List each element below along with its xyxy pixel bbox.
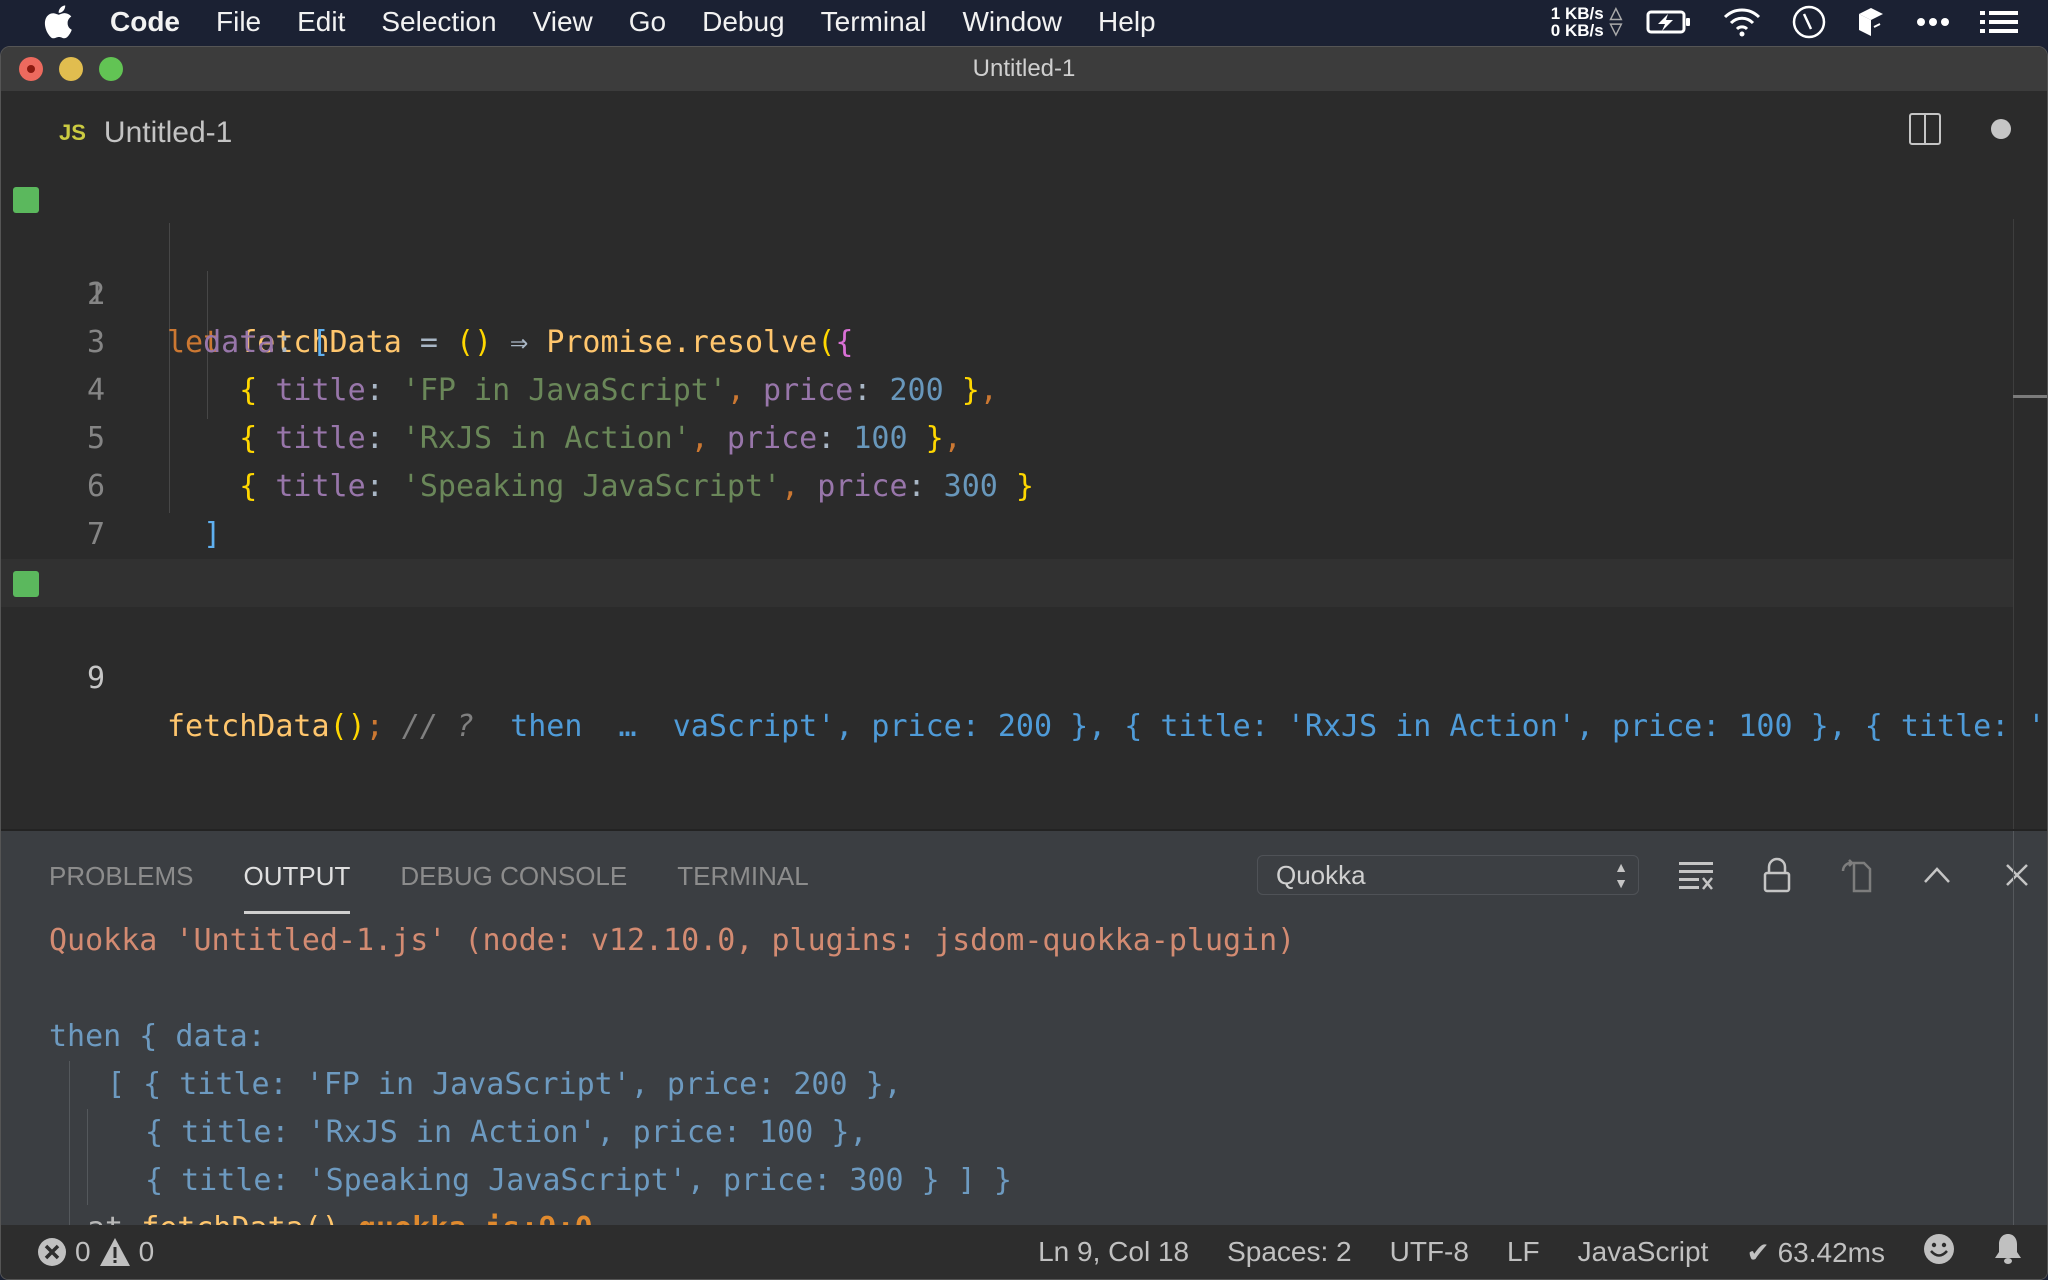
scrollbar-cursor-mark [2013, 395, 2047, 398]
feedback-smiley-icon[interactable] [1923, 1233, 1955, 1272]
vscode-window: Untitled-1 JS Untitled-1 1 let fetchData… [0, 46, 2048, 1280]
close-window-button[interactable] [19, 57, 43, 81]
up-down-arrows-icon: △ ▽ [1609, 5, 1622, 38]
code-line-8: 8 [1, 511, 2013, 600]
editor-scrollbar[interactable] [2013, 219, 2047, 829]
menu-file[interactable]: File [216, 6, 261, 38]
code-line-9: 9 fetchData(); // ? then … vaScript', pr… [1, 559, 2047, 744]
tab-debug-console[interactable]: DEBUG CONSOLE [400, 861, 627, 914]
net-upload: 1 KB/s [1550, 4, 1604, 23]
panel-actions [1677, 855, 2037, 895]
panel-scrollbar[interactable] [2013, 831, 2047, 1271]
maximize-panel-icon[interactable] [1917, 855, 1957, 895]
live-comment: // ? [401, 709, 475, 744]
output-line: { title: 'RxJS in Action', price: 100 }, [145, 1115, 868, 1150]
select-arrows-icon: ▲ ▼ [1614, 859, 1628, 891]
maximize-window-button[interactable] [99, 57, 123, 81]
output-line: then { data: [49, 1019, 266, 1054]
editor-actions [1909, 113, 2011, 145]
status-bar: 0 0 Ln 9, Col 18 Spaces: 2 UTF-8 LF Java… [1, 1225, 2047, 1279]
error-icon [38, 1238, 66, 1266]
wifi-icon[interactable] [1722, 7, 1762, 37]
status-bar-right: Ln 9, Col 18 Spaces: 2 UTF-8 LF JavaScri… [1038, 1232, 2023, 1273]
list-icon[interactable] [1980, 10, 2018, 34]
line-number: 9 [86, 661, 105, 696]
open-log-file-icon[interactable] [1837, 855, 1877, 895]
tab-untitled-1[interactable]: JS Untitled-1 [59, 116, 232, 150]
language-mode[interactable]: JavaScript [1578, 1236, 1709, 1268]
output-line: [ { title: 'FP in JavaScript', price: 20… [107, 1067, 902, 1102]
code-editor[interactable]: 1 let fetchData = () ⇒ Promise.resolve({… [1, 175, 2047, 829]
menu-view[interactable]: View [533, 6, 593, 38]
code-line-3: 3 { title: 'FP in JavaScript', price: 20… [1, 271, 2013, 408]
quokka-coverage-marker [13, 571, 39, 597]
cursor-position[interactable]: Ln 9, Col 18 [1038, 1236, 1189, 1268]
menu-edit[interactable]: Edit [297, 6, 345, 38]
channel-value: Quokka [1276, 859, 1366, 890]
menu-code[interactable]: Code [110, 6, 180, 38]
apple-icon[interactable] [40, 4, 76, 40]
minimize-window-button[interactable] [59, 57, 83, 81]
code-line-7: 7 }); [1, 463, 2013, 600]
quokka-timing[interactable]: ✔ 63.42ms [1746, 1236, 1885, 1269]
title-bar: Untitled-1 [1, 47, 2047, 91]
indentation[interactable]: Spaces: 2 [1227, 1236, 1352, 1268]
tab-problems[interactable]: PROBLEMS [49, 861, 194, 914]
more-icon[interactable] [1916, 17, 1950, 27]
menu-selection[interactable]: Selection [381, 6, 496, 38]
menu-go[interactable]: Go [629, 6, 666, 38]
unsaved-dot-icon[interactable] [1991, 119, 2011, 139]
code-line-6: 6 ] [1, 415, 2013, 552]
lock-scroll-icon[interactable] [1757, 855, 1797, 895]
output-channel-select[interactable]: Quokka ▲ ▼ [1257, 855, 1639, 895]
tab-output[interactable]: OUTPUT [243, 861, 350, 914]
menu-window[interactable]: Window [962, 6, 1062, 38]
tab-terminal[interactable]: TERMINAL [677, 861, 808, 914]
output-header: Quokka 'Untitled-1.js' (node: v12.10.0, … [49, 923, 1296, 958]
menubar-tray: 1 KB/s 0 KB/s △ ▽ [1551, 0, 2048, 44]
encoding[interactable]: UTF-8 [1390, 1236, 1469, 1268]
output-indent-guide [87, 1109, 88, 1205]
battery-charging-icon[interactable] [1646, 9, 1692, 35]
cube-icon[interactable] [1856, 5, 1886, 39]
network-speed[interactable]: 1 KB/s 0 KB/s △ ▽ [1551, 5, 1622, 39]
code-line-4: 4 { title: 'RxJS in Action', price: 100 … [1, 319, 2013, 456]
error-count: 0 [75, 1236, 91, 1267]
javascript-file-icon: JS [59, 120, 86, 145]
clock-icon[interactable] [1792, 5, 1826, 39]
problems-summary[interactable]: 0 0 [37, 1236, 154, 1268]
bottom-panel: PROBLEMS OUTPUT DEBUG CONSOLE TERMINAL Q… [1, 829, 2047, 1271]
menu-terminal[interactable]: Terminal [821, 6, 927, 38]
macos-menubar: Code File Edit Selection View Go Debug T… [0, 0, 2048, 44]
menu-help[interactable]: Help [1098, 6, 1156, 38]
notifications-bell-icon[interactable] [1993, 1232, 2023, 1273]
panel-tabs: PROBLEMS OUTPUT DEBUG CONSOLE TERMINAL [49, 861, 809, 914]
net-download: 0 KB/s [1550, 21, 1604, 40]
code-line-5: 5 { title: 'Speaking JavaScript', price:… [1, 367, 2013, 504]
split-editor-icon[interactable] [1909, 113, 1941, 145]
warning-icon [99, 1238, 130, 1266]
output-line: { title: 'Speaking JavaScript', price: 3… [145, 1163, 1012, 1198]
window-title: Untitled-1 [972, 55, 1076, 82]
quokka-coverage-marker [13, 187, 39, 213]
code-line-2: 2 data: [ [1, 223, 2013, 360]
inline-result: then … vaScript', price: 200 }, { title:… [510, 709, 2047, 744]
editor-tab-bar: JS Untitled-1 [1, 91, 2047, 175]
clear-output-icon[interactable] [1677, 855, 1717, 895]
code-line-1: 1 let fetchData = () ⇒ Promise.resolve({ [1, 175, 2013, 360]
end-of-line[interactable]: LF [1507, 1236, 1540, 1268]
traffic-lights [19, 57, 123, 81]
menu-debug[interactable]: Debug [702, 6, 785, 38]
function-call: fetchData [167, 709, 330, 744]
tab-label: Untitled-1 [103, 116, 233, 149]
warning-count: 0 [138, 1236, 155, 1267]
